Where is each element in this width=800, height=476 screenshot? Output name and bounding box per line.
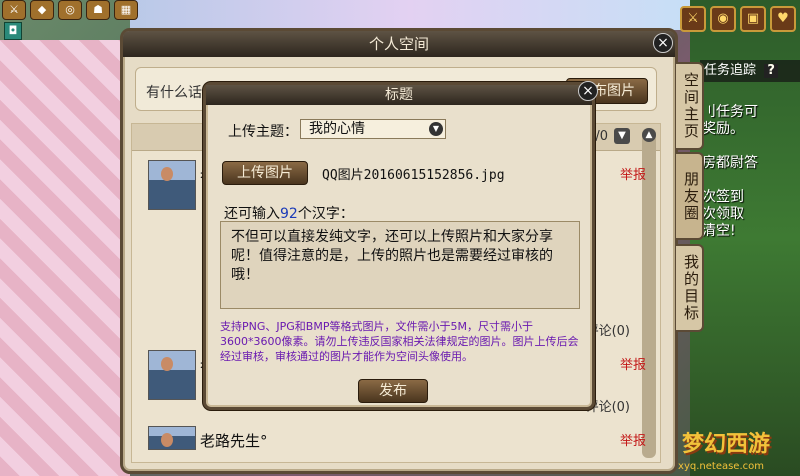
watermark-logo: 梦幻西游 <box>681 432 770 457</box>
task-text: 刂任务可 奖励。 房都尉答 次签到 次领取 清空! <box>702 104 758 239</box>
heart-icon[interactable]: ♥ <box>770 6 796 32</box>
dialog-title: 标题 <box>206 85 592 105</box>
report-link[interactable]: 举报 <box>620 430 646 449</box>
task-tracker[interactable]: 任务追踪 ? <box>700 60 800 82</box>
list-item: 老路先生° 举报 <box>140 426 646 456</box>
topic-value: 我的心情 <box>309 121 365 137</box>
remaining-number: 92 <box>280 206 298 222</box>
tab-friends[interactable]: 朋友圈 <box>676 152 704 240</box>
tab-my-goals[interactable]: 我的目标 <box>676 244 704 332</box>
chest-icon[interactable]: ▣ <box>740 6 766 32</box>
chevron-down-icon[interactable]: ▼ <box>429 122 443 136</box>
report-link[interactable]: 举报 <box>620 164 646 183</box>
target-icon[interactable]: ◎ <box>58 0 82 20</box>
scroll-up-icon[interactable]: ▲ <box>642 128 656 142</box>
topic-label: 上传主题： <box>228 124 298 140</box>
battle-icon[interactable]: ⚔ <box>680 6 706 32</box>
help-icon[interactable]: ? <box>764 64 779 78</box>
mini-map-icon[interactable]: ◘ <box>4 22 22 40</box>
avatar[interactable] <box>148 350 196 400</box>
panel-title: 个人空间 <box>123 31 675 57</box>
close-icon[interactable]: × <box>653 33 673 53</box>
tab-space-home[interactable]: 空间主页 <box>676 62 704 150</box>
publish-button[interactable]: 发布 <box>358 379 428 403</box>
upload-image-button[interactable]: 上传图片 <box>222 161 308 185</box>
diamond-icon[interactable]: ◆ <box>30 0 54 20</box>
feed-count: /0 <box>595 129 608 144</box>
watermark-url: xyq.netease.com <box>678 461 764 472</box>
person-icon[interactable]: ☗ <box>86 0 110 20</box>
top-right-toolbar: ⚔ ◉ ▣ ♥ <box>680 6 796 32</box>
grid-icon[interactable]: ▦ <box>114 0 138 20</box>
coin-icon[interactable]: ◉ <box>710 6 736 32</box>
task-tracker-label: 任务追踪 <box>704 63 757 78</box>
message-textarea[interactable]: 不但可以直接发纯文字，还可以上传照片和大家分享呢！值得注意的是，上传的照片也是需… <box>220 221 580 309</box>
post-author[interactable]: 老路先生° <box>200 430 268 451</box>
background-checker <box>0 40 130 476</box>
close-icon[interactable]: × <box>578 81 598 101</box>
sword-icon[interactable]: ⚔ <box>2 0 26 20</box>
top-left-toolbar: ⚔ ◆ ◎ ☗ ▦ <box>2 0 138 20</box>
chevron-down-icon[interactable]: ▼ <box>614 128 630 144</box>
report-link[interactable]: 举报 <box>620 354 646 373</box>
upload-hint: 支持PNG、JPG和BMP等格式图片，文件需小于5M，尺寸需小于3600*360… <box>220 320 579 363</box>
topic-select[interactable]: 我的心情 ▼ <box>300 119 446 139</box>
avatar[interactable] <box>148 426 196 450</box>
file-name: QQ图片20160615152856.jpg <box>322 168 505 183</box>
upload-dialog: 标题 × 上传主题： 我的心情 ▼ 上传图片 QQ图片2016061515285… <box>203 81 598 410</box>
background-sky <box>130 0 690 30</box>
remaining-chars: 还可输入92个汉字： <box>224 206 354 222</box>
avatar[interactable] <box>148 160 196 210</box>
